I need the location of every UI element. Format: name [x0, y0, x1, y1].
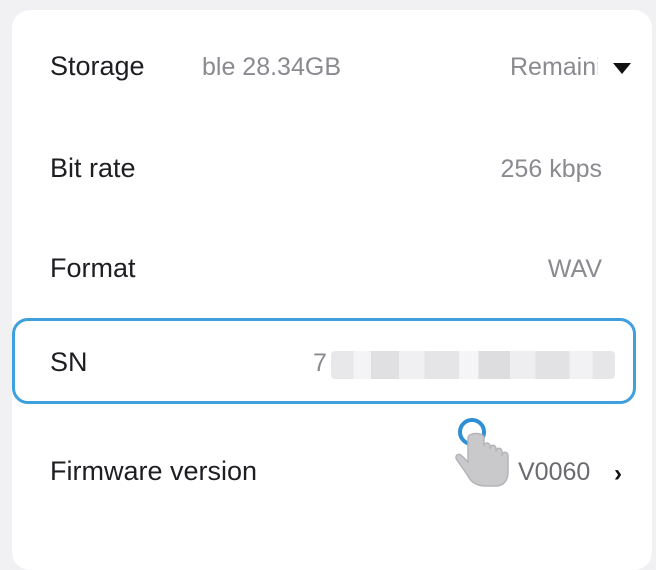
bit-rate-value: 256 kbps	[500, 155, 602, 183]
format-row[interactable]: Format WAV	[0, 220, 656, 320]
sn-row[interactable]: SN 7	[12, 318, 636, 404]
storage-available-value: ble 28.34GB	[202, 53, 341, 81]
firmware-version-value: V0060	[518, 458, 591, 486]
storage-label: Storage	[50, 51, 145, 81]
storage-row[interactable]: Storage ble 28.34GB Remaining	[0, 18, 656, 118]
sn-redacted-mask	[331, 351, 615, 379]
bit-rate-label: Bit rate	[50, 153, 136, 183]
caret-down-icon[interactable]	[613, 63, 631, 74]
chevron-right-icon[interactable]: ›	[614, 460, 622, 488]
format-label: Format	[50, 253, 136, 283]
firmware-version-row[interactable]: Firmware version V0060 ›	[0, 418, 656, 518]
tap-hand-icon	[455, 418, 509, 487]
bit-rate-row[interactable]: Bit rate 256 kbps	[0, 118, 656, 218]
sn-value: 7	[313, 349, 327, 377]
sn-label: SN	[50, 347, 88, 377]
format-value: WAV	[547, 255, 602, 283]
storage-mode-select[interactable]: Remaining	[510, 53, 598, 82]
firmware-version-label: Firmware version	[50, 456, 258, 486]
